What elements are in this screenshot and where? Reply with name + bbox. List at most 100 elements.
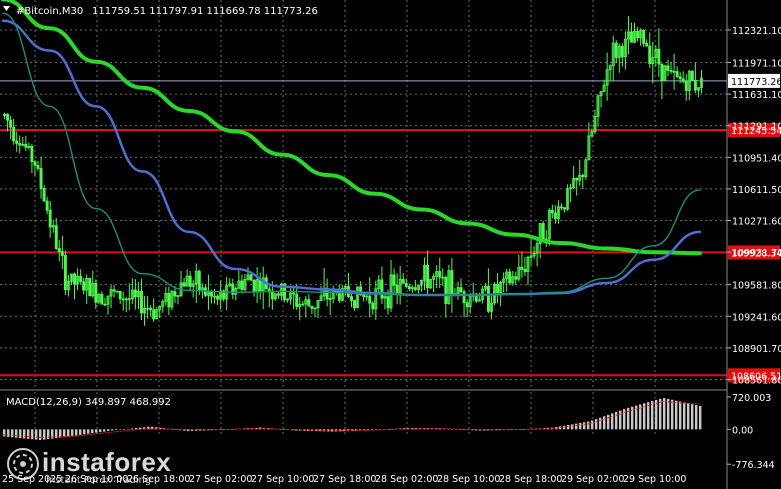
candle-body: [270, 291, 274, 300]
macd-histogram-bar: [63, 429, 66, 437]
time-tick-label: 27 Sep 02:00: [189, 474, 252, 485]
candle-body: [426, 264, 430, 289]
candle-body: [401, 278, 405, 284]
candle-body: [133, 289, 137, 298]
candle-body: [36, 164, 40, 169]
candle-body: [30, 146, 34, 163]
price-tick-label: 110951.40: [732, 153, 781, 164]
candle-body: [112, 289, 116, 292]
macd-histogram-bar: [23, 429, 26, 439]
macd-histogram-bar: [667, 398, 670, 430]
candle-body: [496, 283, 500, 293]
candle-body: [60, 251, 64, 256]
macd-histogram-bar: [663, 397, 666, 430]
macd-histogram-bar: [599, 417, 602, 430]
candle-body: [63, 255, 67, 291]
price-tick-label: 109241.60: [732, 312, 781, 323]
candle-body: [276, 293, 280, 296]
candle-body: [167, 292, 171, 308]
current-price-label: 111773.26: [731, 77, 781, 88]
time-tick-label: 28 Sep 10:00: [437, 474, 500, 485]
macd-histogram-bar: [43, 429, 46, 440]
candle-body: [54, 225, 58, 249]
candle-body: [42, 188, 46, 202]
macd-histogram-bar: [71, 429, 74, 436]
candle-body: [173, 291, 177, 297]
macd-histogram-bar: [19, 429, 22, 439]
macd-histogram-bar: [575, 423, 578, 430]
macd-histogram-bar: [103, 429, 106, 432]
candle-body: [392, 274, 396, 286]
macd-histogram-bar: [579, 422, 582, 430]
candle-body: [386, 296, 390, 309]
candle-body: [295, 293, 299, 307]
candle-body: [12, 126, 16, 142]
macd-histogram-bar: [67, 429, 70, 437]
candle-body: [362, 294, 366, 298]
candle-body: [6, 113, 10, 121]
macd-histogram-bar: [687, 403, 690, 430]
candle-body: [407, 286, 411, 290]
candle-body: [39, 167, 43, 189]
instaforex-logo-icon: [7, 448, 39, 480]
candle-body: [520, 266, 524, 270]
price-tick-label: 111291.10: [732, 122, 781, 133]
candle-body: [82, 281, 86, 291]
candle-body: [121, 298, 125, 301]
macd-histogram-bar: [107, 429, 110, 432]
candle-body: [523, 268, 527, 272]
instaforex-tagline: Instant Forex Trading: [46, 475, 152, 486]
candle-body: [18, 143, 22, 146]
macd-histogram-bar: [595, 419, 598, 430]
macd-histogram-bar: [79, 429, 82, 435]
candle-body: [292, 292, 296, 295]
macd-histogram-bar: [583, 422, 586, 430]
candle-body: [197, 270, 201, 292]
macd-title: MACD(12,26,9) 349.897 468.992: [6, 397, 171, 408]
candle-body: [79, 275, 83, 283]
candle-body: [118, 290, 122, 300]
time-tick-label: 29 Sep 10:00: [623, 474, 686, 485]
macd-histogram-bar: [671, 399, 674, 430]
macd-histogram-bar: [127, 428, 130, 430]
macd-histogram-bar: [91, 429, 94, 434]
macd-histogram-bar: [87, 429, 90, 434]
candle-body: [550, 209, 554, 214]
candle-body: [216, 295, 220, 300]
macd-histogram-bar: [111, 429, 114, 431]
candle-body: [444, 277, 448, 304]
candle-body: [678, 76, 682, 80]
macd-histogram-bar: [675, 400, 678, 430]
macd-histogram-bar: [27, 429, 30, 439]
macd-histogram-bar: [699, 405, 702, 430]
time-tick-label: 27 Sep 18:00: [313, 474, 376, 485]
macd-histogram-bar: [691, 404, 694, 430]
macd-histogram-bar: [683, 402, 686, 430]
candle-body: [620, 45, 624, 58]
candle-body: [73, 273, 76, 285]
candle-body: [614, 42, 618, 58]
macd-histogram-bar: [647, 402, 650, 430]
macd-histogram-bar: [75, 429, 78, 436]
macd-histogram-bar: [99, 429, 102, 433]
macd-histogram-bar: [619, 410, 622, 430]
candle-body: [660, 63, 664, 81]
time-tick-label: 28 Sep 02:00: [375, 474, 438, 485]
candle-body: [693, 79, 697, 91]
macd-histogram-bar: [651, 401, 654, 430]
candle-body: [462, 291, 466, 304]
price-tick-label: 110611.50: [732, 185, 781, 196]
macd-histogram-bar: [39, 429, 42, 441]
candle-body: [630, 31, 633, 43]
candle-body: [350, 296, 353, 301]
price-tick-label: 111971.10: [732, 59, 781, 70]
candle-body: [666, 65, 670, 71]
macd-histogram-bar: [11, 429, 14, 438]
candle-body: [675, 71, 679, 77]
price-tick-label: 108901.70: [732, 344, 781, 355]
candle-body: [88, 277, 92, 297]
candle-body: [310, 305, 314, 309]
candle-body: [575, 177, 579, 181]
time-tick-label: 28 Sep 18:00: [499, 474, 562, 485]
candle-body: [240, 280, 244, 290]
